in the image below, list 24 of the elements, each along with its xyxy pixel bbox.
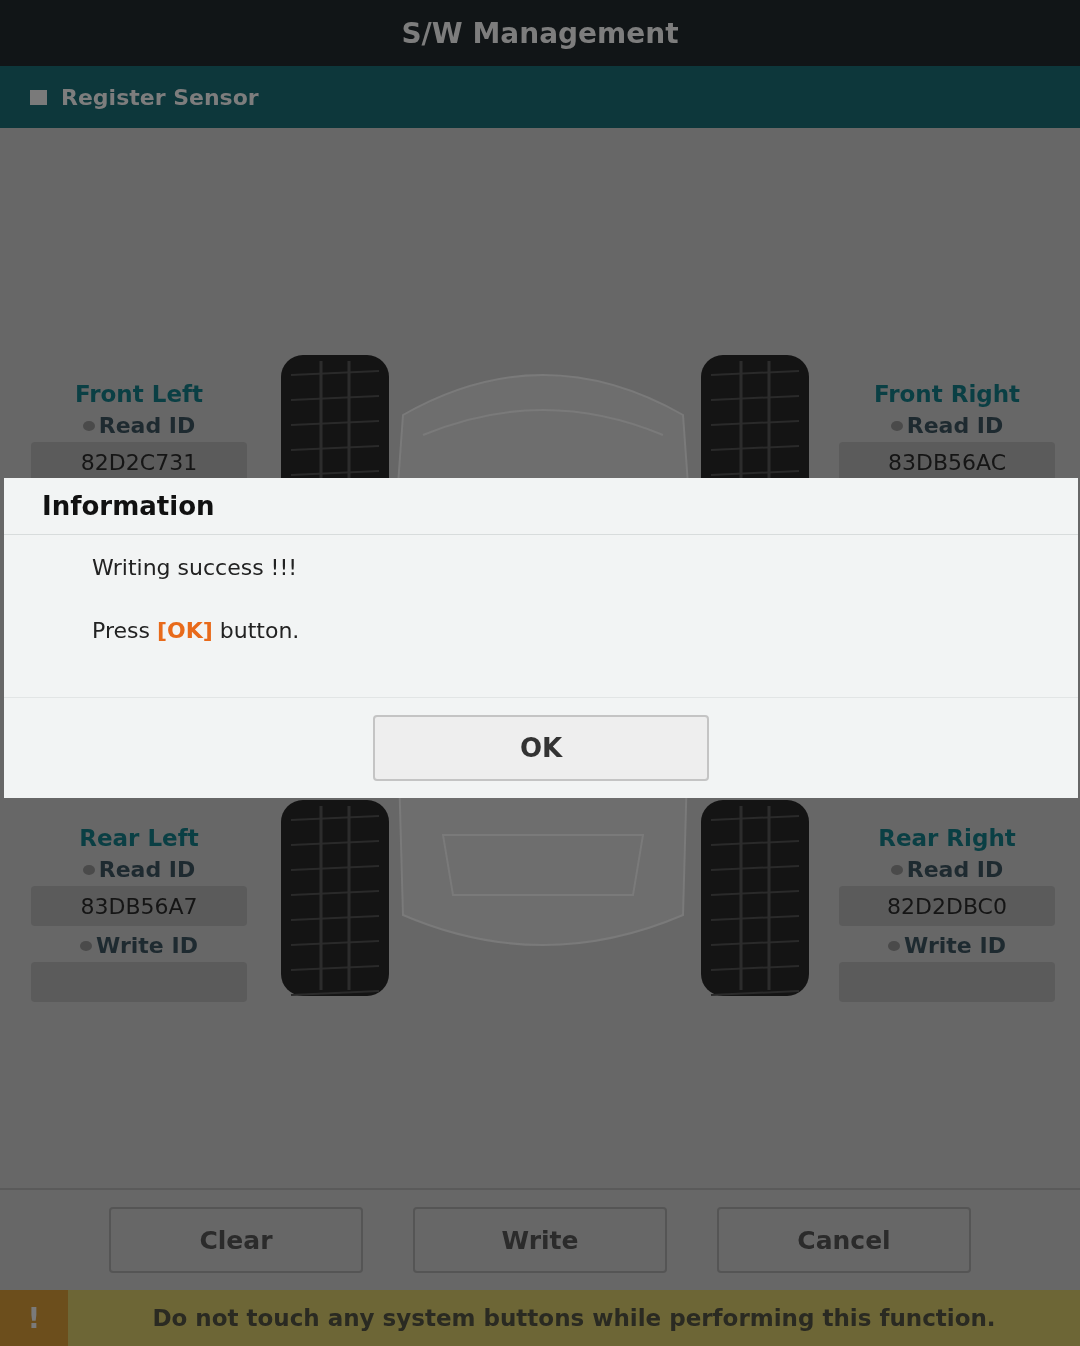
- wheel-position-label: Front Left: [75, 380, 203, 409]
- id-field: 82D2DBC0: [839, 886, 1055, 926]
- section-title: Register Sensor: [61, 84, 259, 110]
- id-field: 83DB56A7: [31, 886, 247, 926]
- dialog-title: Information: [42, 491, 215, 521]
- field-label: Read ID: [890, 854, 1004, 886]
- warning-text: Do not touch any system buttons while performing this function.: [151, 1305, 997, 1331]
- warning-icon: !: [0, 1290, 68, 1346]
- field-label: Read ID: [82, 410, 196, 442]
- ok-button[interactable]: OK: [373, 715, 709, 781]
- field-label: Read ID: [82, 854, 196, 886]
- field-label: Write ID: [888, 930, 1006, 962]
- square-icon: [30, 89, 47, 105]
- wheel-position-label: Front Right: [873, 380, 1021, 409]
- field-label: Read ID: [890, 410, 1004, 442]
- dialog-instruction: Press [OK] button.: [92, 618, 301, 643]
- wheel-position-label: Rear Right: [878, 824, 1016, 853]
- wheel-position-label: Rear Left: [79, 824, 199, 853]
- window-title: S/W Management: [401, 16, 679, 50]
- action-button[interactable]: Clear: [109, 1207, 363, 1273]
- action-button[interactable]: Cancel: [717, 1207, 971, 1273]
- dialog-message: Writing success !!!: [92, 555, 299, 580]
- field-label: Write ID: [80, 930, 198, 962]
- action-button[interactable]: Write: [413, 1207, 667, 1273]
